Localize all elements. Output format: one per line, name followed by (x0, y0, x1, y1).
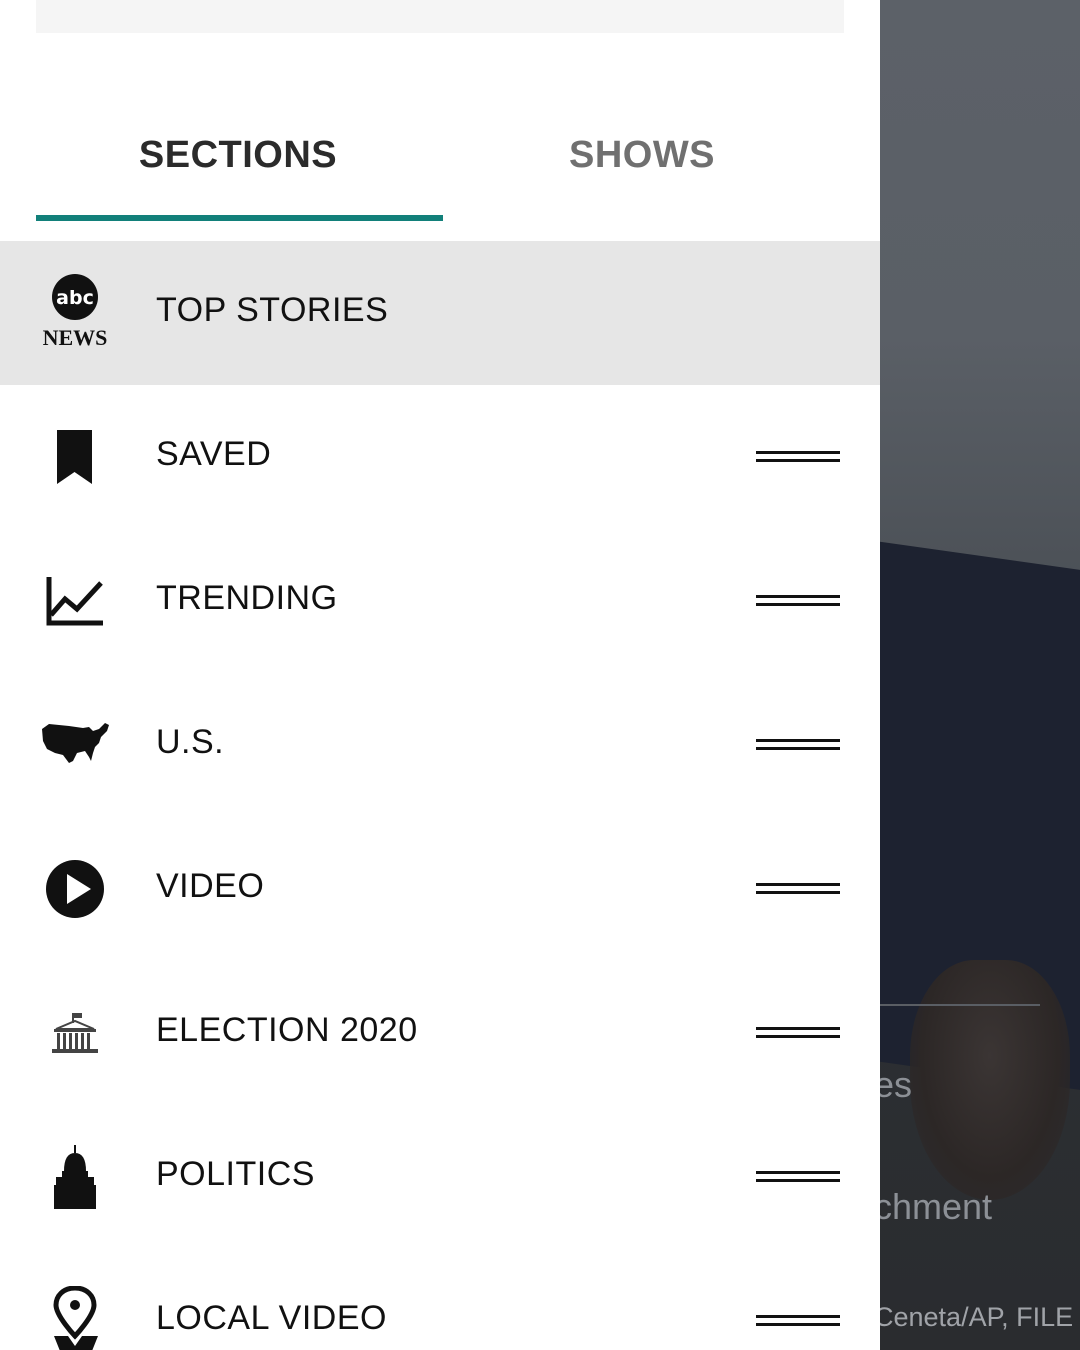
background-text-fragment: es (880, 1064, 913, 1105)
section-item-us[interactable]: U.S. (0, 673, 880, 817)
background-headline-fragment: chment (880, 1186, 993, 1227)
section-item-label: ELECTION 2020 (156, 1011, 418, 1049)
trending-chart-icon (30, 561, 120, 641)
drawer-tabs: SECTIONS SHOWS (36, 100, 844, 221)
logo-abc-text: abc (56, 287, 94, 309)
drag-handle-icon[interactable] (756, 1311, 840, 1331)
bookmark-icon (30, 417, 120, 497)
abc-news-logo-icon: abc NEWS (30, 273, 120, 353)
background-divider (880, 1004, 1040, 1006)
section-item-label: VIDEO (156, 867, 265, 905)
drawer-top-strip (36, 0, 844, 33)
drag-handle-icon[interactable] (756, 1023, 840, 1043)
section-item-saved[interactable]: SAVED (0, 385, 880, 529)
section-item-video[interactable]: VIDEO (0, 817, 880, 961)
capitol-icon (30, 1137, 120, 1217)
tab-shows-label: SHOWS (568, 134, 716, 176)
drag-handle-icon[interactable] (756, 1167, 840, 1187)
tab-sections[interactable]: SECTIONS (36, 100, 443, 221)
section-item-label: TOP STORIES (156, 291, 389, 329)
photo-credit: Ceneta/AP, FILE (880, 1302, 1074, 1332)
tab-shows[interactable]: SHOWS (440, 100, 844, 221)
background-photo-hand (910, 960, 1070, 1200)
drag-handle-icon[interactable] (756, 591, 840, 611)
sections-list: abc NEWS TOP STORIES SAVED TRENDING U.S.… (0, 241, 880, 1350)
drag-handle-icon[interactable] (756, 735, 840, 755)
navigation-drawer: SECTIONS SHOWS abc NEWS TOP STORIES SAVE… (0, 0, 880, 1350)
play-icon (30, 849, 120, 929)
white-house-icon (30, 993, 120, 1073)
section-item-label: TRENDING (156, 579, 338, 617)
section-item-election-2020[interactable]: ELECTION 2020 (0, 961, 880, 1105)
section-item-label: LOCAL VIDEO (156, 1299, 387, 1337)
us-map-icon (30, 705, 120, 785)
logo-news-text: NEWS (43, 325, 108, 350)
background-article: es chment Ceneta/AP, FILE (880, 0, 1080, 1350)
section-item-trending[interactable]: TRENDING (0, 529, 880, 673)
section-item-top-stories[interactable]: abc NEWS TOP STORIES (0, 241, 880, 385)
drag-handle-icon[interactable] (756, 879, 840, 899)
section-item-label: U.S. (156, 723, 225, 761)
active-tab-indicator (36, 215, 443, 221)
location-pin-icon (30, 1281, 120, 1350)
section-item-politics[interactable]: POLITICS (0, 1105, 880, 1249)
section-item-label: SAVED (156, 435, 272, 473)
tab-sections-label: SECTIONS (138, 134, 338, 176)
section-item-local-video[interactable]: LOCAL VIDEO (0, 1249, 880, 1350)
section-item-label: POLITICS (156, 1155, 315, 1193)
drag-handle-icon[interactable] (756, 447, 840, 467)
